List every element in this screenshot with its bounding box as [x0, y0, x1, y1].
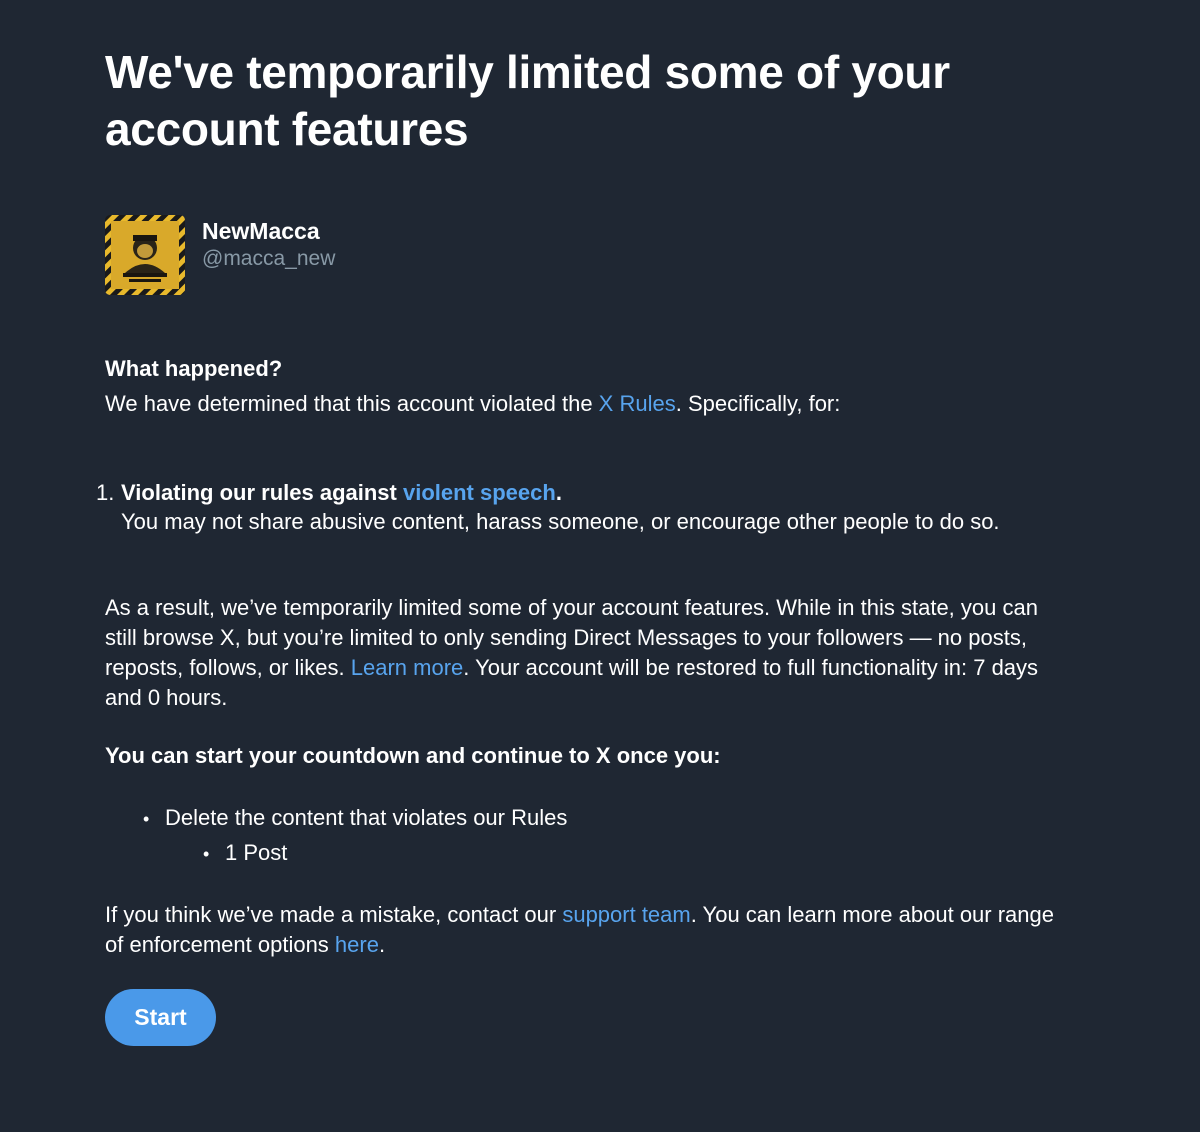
what-happened-prefix: We have determined that this account vio…	[105, 391, 599, 416]
support-team-link[interactable]: support team	[562, 902, 690, 927]
avatar	[105, 215, 185, 295]
list-item: • Delete the content that violates our Ru…	[143, 803, 567, 834]
what-happened-heading: What happened?	[105, 356, 283, 381]
account-card: NewMacca @macca_new	[105, 215, 705, 295]
account-names: NewMacca @macca_new	[202, 217, 335, 273]
countdown-heading: You can start your countdown and continu…	[105, 743, 721, 768]
list-sub-item: • 1 Post	[203, 838, 287, 869]
warning-tape-photo-avatar-icon	[105, 215, 185, 295]
bullet-icon: •	[203, 844, 210, 864]
learn-more-link[interactable]: Learn more	[351, 655, 464, 680]
requirement-sub-label: 1 Post	[225, 840, 288, 865]
page-title: We've temporarily limited some of your a…	[105, 46, 950, 155]
violent-speech-link[interactable]: violent speech	[403, 480, 556, 505]
bullet-icon: •	[143, 809, 150, 829]
requirement-label: Delete the content that violates our Rul…	[165, 805, 568, 830]
start-button[interactable]: Start	[105, 989, 216, 1046]
mistake-text-3: .	[378, 932, 386, 957]
account-handle: @macca_new	[202, 247, 336, 270]
enforcement-options-link[interactable]: here	[335, 932, 379, 957]
violation-title: Violating our rules against violent spee…	[121, 478, 562, 508]
violation-title-prefix: Violating our rules against	[121, 480, 403, 505]
violation-title-suffix: .	[555, 480, 562, 505]
violation-description: You may not share abusive content, haras…	[121, 509, 1000, 534]
what-happened-text: We have determined that this account vio…	[105, 389, 840, 419]
display-name: NewMacca	[202, 218, 320, 244]
mistake-text-1: If you think we’ve made a mistake, conta…	[105, 902, 563, 927]
what-happened-suffix: . Specifically, for:	[675, 391, 841, 416]
violation-number: 1.	[96, 480, 115, 505]
result-paragraph: As a result, we’ve temporarily limited s…	[105, 593, 1075, 713]
mistake-paragraph: If you think we’ve made a mistake, conta…	[105, 900, 1075, 960]
x-rules-link[interactable]: X Rules	[599, 391, 676, 416]
